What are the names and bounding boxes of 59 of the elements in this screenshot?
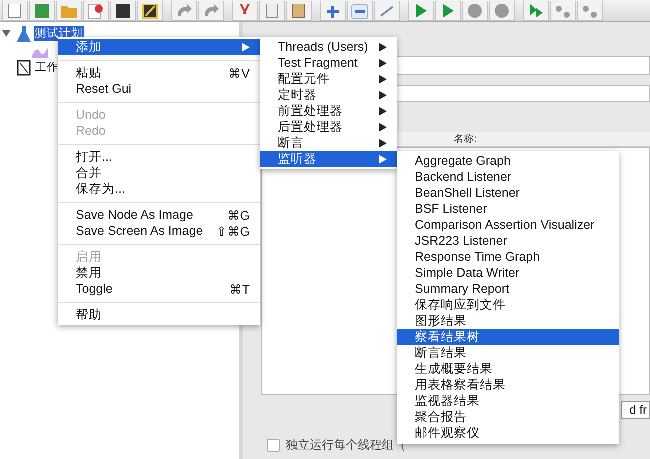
menu-item[interactable]: Simple Data Writer bbox=[397, 265, 619, 281]
save-icon bbox=[114, 4, 132, 20]
menu-item[interactable]: JSR223 Listener bbox=[397, 233, 619, 249]
menu-item[interactable]: 打开... bbox=[58, 149, 260, 165]
menu-item[interactable]: 断言 bbox=[260, 135, 397, 151]
plus-icon bbox=[324, 4, 342, 20]
menu-item[interactable]: 禁用 bbox=[58, 265, 260, 281]
checkbox[interactable] bbox=[267, 439, 280, 452]
menu-item[interactable]: 后置处理器 bbox=[260, 119, 397, 135]
nodes-icon bbox=[554, 4, 572, 20]
menu-item[interactable]: Threads (Users) bbox=[260, 39, 397, 55]
flask-icon bbox=[17, 26, 31, 42]
menu-item[interactable]: BSF Listener bbox=[397, 201, 619, 217]
stop-icon bbox=[466, 4, 484, 20]
minus-icon bbox=[351, 4, 369, 20]
menu-item[interactable]: 邮件观察仪 bbox=[397, 425, 619, 441]
menu-item[interactable]: Toggle ⌘T bbox=[58, 281, 260, 297]
menu-item[interactable]: Comparison Assertion Visualizer bbox=[397, 217, 619, 233]
menu-item[interactable]: 用表格察看结果 bbox=[397, 377, 619, 393]
menu-item[interactable]: 添加 bbox=[58, 39, 260, 55]
tree-item[interactable]: 工作 bbox=[34, 60, 60, 75]
menu-item[interactable]: 图形结果 bbox=[397, 313, 619, 329]
document-icon bbox=[6, 4, 24, 20]
column-header: 名称: bbox=[454, 133, 477, 146]
menu-item[interactable]: 察看结果树 bbox=[397, 329, 619, 345]
menu-item[interactable]: 保存响应到文件 bbox=[397, 297, 619, 313]
menu-item[interactable]: Backend Listener bbox=[397, 169, 619, 185]
pencil-icon bbox=[141, 4, 159, 20]
toolbar-button[interactable] bbox=[137, 1, 163, 21]
menu-item[interactable]: 帮助 bbox=[58, 307, 260, 323]
menu-item[interactable]: 聚合报告 bbox=[397, 409, 619, 425]
stop-icon bbox=[493, 4, 511, 20]
menu-item[interactable]: 前置处理器 bbox=[260, 103, 397, 119]
menu-item[interactable]: Summary Report bbox=[397, 281, 619, 297]
menu-item[interactable]: Reset Gui bbox=[58, 81, 260, 97]
menu-item[interactable]: Test Fragment bbox=[260, 55, 397, 71]
double-play-icon bbox=[527, 4, 545, 20]
menu-item[interactable]: 断言结果 bbox=[397, 345, 619, 361]
book-icon bbox=[33, 4, 51, 20]
menu-item[interactable]: 合并 bbox=[58, 165, 260, 181]
menu-item[interactable]: 生成概要结果 bbox=[397, 361, 619, 377]
menu-item[interactable]: 保存为... bbox=[58, 181, 260, 197]
menu-item[interactable]: Save Node As Image ⌘G bbox=[58, 207, 260, 223]
menu-item[interactable]: 配置元件 bbox=[260, 71, 397, 87]
menu-item[interactable]: 监听器 bbox=[260, 151, 397, 167]
clipboard-icon bbox=[290, 4, 308, 20]
menu-item[interactable]: Save Screen As Image ⇧⌘G bbox=[58, 223, 260, 239]
menu-item[interactable]: 监视器结果 bbox=[397, 393, 619, 409]
menu-item[interactable]: 定时器 bbox=[260, 87, 397, 103]
expand-arrow-icon[interactable] bbox=[2, 29, 11, 38]
text-field[interactable]: d fr bbox=[620, 401, 650, 419]
menu-item[interactable]: Aggregate Graph bbox=[397, 153, 619, 169]
nodes-icon bbox=[581, 4, 599, 20]
menu-item[interactable]: BeanShell Listener bbox=[397, 185, 619, 201]
folder-icon bbox=[60, 4, 78, 20]
menu-item[interactable]: Response Time Graph bbox=[397, 249, 619, 265]
menu-item[interactable]: 粘贴 ⌘V bbox=[58, 65, 260, 81]
workbench-icon bbox=[17, 60, 31, 76]
toolbar-button[interactable] bbox=[110, 1, 136, 21]
